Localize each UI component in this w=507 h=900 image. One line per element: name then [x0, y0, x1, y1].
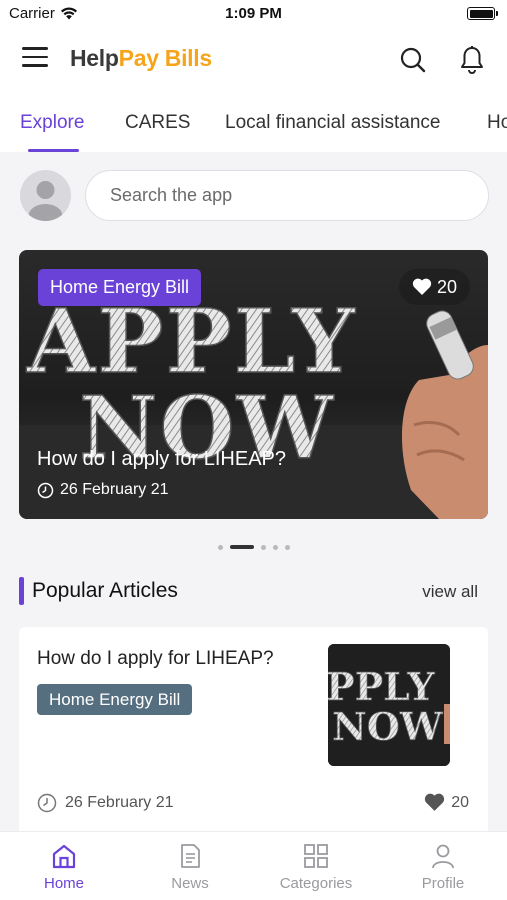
profile-icon — [432, 844, 454, 869]
carousel-dot[interactable] — [272, 544, 278, 550]
article-card[interactable]: How do I apply for LIHEAP? Home Energy B… — [19, 627, 488, 847]
status-bar: Carrier 1:09 PM — [0, 0, 507, 28]
search-input[interactable] — [86, 171, 488, 220]
tab-cares[interactable]: CARES — [125, 112, 190, 134]
heart-icon — [412, 278, 432, 295]
categories-icon — [304, 844, 328, 868]
category-tabs: Explore CARES Local financial assistance… — [0, 92, 507, 152]
hero-date: 26 February 21 — [37, 481, 169, 499]
nav-categories-label: Categories — [279, 875, 353, 892]
article-thumbnail: PPLY NOW — [328, 644, 450, 766]
nav-profile-label: Profile — [421, 875, 465, 892]
featured-article-card[interactable]: APPLY NOW Home Energy Bill 20 How do I a… — [19, 250, 488, 519]
hero-like-count: 20 — [436, 276, 458, 297]
carousel-dot-active[interactable] — [229, 545, 254, 549]
article-category-tag[interactable]: Home Energy Bill — [37, 684, 193, 715]
hero-date-text: 26 February 21 — [60, 481, 169, 498]
bell-icon[interactable] — [459, 45, 485, 75]
tab-local-financial-assistance[interactable]: Local financial assistance — [225, 112, 440, 134]
avatar[interactable] — [20, 170, 71, 221]
carousel-dot[interactable] — [284, 544, 290, 550]
clock-icon — [37, 793, 57, 813]
article-date-text: 26 February 21 — [65, 794, 174, 811]
menu-icon[interactable] — [22, 47, 48, 69]
clock: 1:09 PM — [225, 5, 282, 22]
tab-explore[interactable]: Explore — [20, 112, 84, 134]
article-like-count: 20 — [451, 793, 469, 811]
battery-icon — [467, 7, 498, 20]
section-title: Popular Articles — [32, 579, 178, 602]
thumb-line-1: PPLY — [328, 664, 435, 709]
carousel-indicator — [0, 543, 507, 551]
search-field[interactable] — [85, 170, 489, 221]
nav-profile[interactable]: Profile — [393, 842, 493, 892]
nav-news-label: News — [171, 875, 209, 892]
carousel-dot[interactable] — [260, 544, 266, 550]
bottom-navigation: Home News Categories Profile — [0, 831, 507, 900]
nav-categories[interactable]: Categories — [266, 842, 366, 892]
heart-icon — [425, 793, 445, 811]
thumb-line-2: NOW — [332, 704, 444, 749]
hero-like-button[interactable]: 20 — [399, 269, 470, 305]
user-avatar-icon — [28, 181, 63, 221]
news-icon — [181, 844, 200, 868]
view-all-link[interactable]: view all — [422, 582, 478, 602]
carousel-dot[interactable] — [217, 544, 223, 550]
nav-home-label: Home — [43, 875, 84, 892]
article-like-button[interactable]: 20 — [424, 793, 469, 812]
search-icon[interactable] — [399, 46, 427, 74]
app-logo: HelpPay Bills — [70, 45, 212, 71]
tab-active-indicator — [28, 149, 79, 152]
section-accent-bar — [19, 577, 24, 605]
article-title: How do I apply for LIHEAP? — [37, 648, 274, 669]
clock-icon — [37, 482, 54, 498]
hero-title: How do I apply for LIHEAP? — [37, 448, 287, 470]
article-date: 26 February 21 — [37, 793, 174, 813]
home-icon — [52, 844, 76, 869]
nav-home[interactable]: Home — [14, 842, 114, 892]
nav-news[interactable]: News — [140, 842, 240, 892]
app-header: HelpPay Bills — [0, 28, 507, 92]
apply-now-thumbnail-image: PPLY NOW — [328, 644, 450, 766]
tab-home-partial[interactable]: Ho — [487, 112, 507, 134]
hero-category-tag[interactable]: Home Energy Bill — [38, 269, 202, 306]
